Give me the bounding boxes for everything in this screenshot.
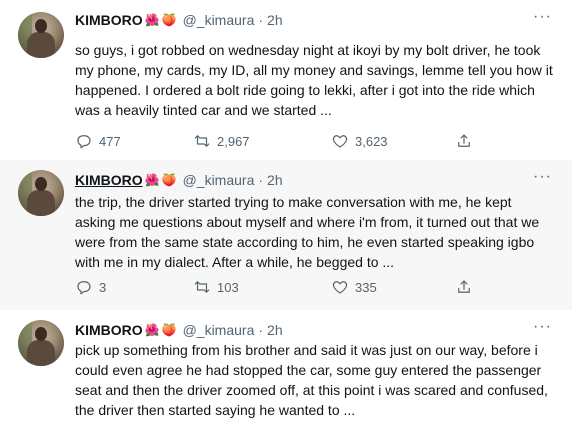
tweet-actions: 477 2,967 3,623 [75, 132, 475, 150]
like-icon [332, 281, 348, 294]
avatar[interactable] [18, 12, 64, 58]
display-name[interactable]: KIMBORO [75, 172, 143, 188]
share-icon [458, 280, 470, 293]
tweet-1[interactable]: KIMBORO 🌺 🍑 @_kimaura · 2h ··· so guys, … [0, 0, 572, 160]
user-handle[interactable]: @_kimaura [183, 12, 255, 28]
share-icon [458, 134, 470, 147]
like-icon [332, 135, 348, 148]
like-button[interactable]: 3,623 [331, 132, 388, 150]
timestamp[interactable]: 2h [267, 12, 283, 28]
hibiscus-emoji: 🌺 [144, 13, 160, 27]
retweet-button[interactable]: 103 [193, 278, 239, 296]
tweet-header: KIMBORO 🌺 🍑 @_kimaura · 2h [75, 170, 283, 190]
separator-dot: · [258, 172, 264, 188]
timestamp[interactable]: 2h [267, 172, 283, 188]
display-name[interactable]: KIMBORO [75, 322, 143, 338]
reply-icon [77, 281, 91, 295]
more-icon[interactable]: ··· [533, 8, 552, 26]
user-handle[interactable]: @_kimaura [183, 322, 255, 338]
peach-emoji: 🍑 [161, 323, 177, 337]
reply-button[interactable]: 477 [75, 132, 121, 150]
tweet-text: so guys, i got robbed on wednesday night… [75, 42, 553, 118]
tweet-header: KIMBORO 🌺 🍑 @_kimaura · 2h [75, 10, 283, 30]
like-count: 3,623 [355, 133, 388, 149]
like-count: 335 [355, 279, 377, 295]
retweet-button[interactable]: 2,967 [193, 132, 250, 150]
tweet-text: the trip, the driver started trying to m… [75, 194, 540, 270]
separator-dot: · [258, 322, 264, 338]
more-icon[interactable]: ··· [533, 168, 552, 186]
tweet-header: KIMBORO 🌺 🍑 @_kimaura · 2h [75, 320, 283, 340]
retweet-count: 2,967 [217, 133, 250, 149]
more-icon[interactable]: ··· [533, 318, 552, 336]
separator-dot: · [258, 12, 264, 28]
hibiscus-emoji: 🌺 [144, 323, 160, 337]
reply-count: 477 [99, 133, 121, 149]
reply-icon [77, 135, 91, 149]
display-name[interactable]: KIMBORO [75, 12, 143, 28]
share-button[interactable] [455, 132, 479, 150]
reply-button[interactable]: 3 [75, 278, 106, 296]
user-handle[interactable]: @_kimaura [183, 172, 255, 188]
peach-emoji: 🍑 [161, 13, 177, 27]
peach-emoji: 🍑 [161, 173, 177, 187]
avatar[interactable] [18, 170, 64, 216]
reply-count: 3 [99, 279, 107, 295]
hibiscus-emoji: 🌺 [144, 173, 160, 187]
timestamp[interactable]: 2h [267, 322, 283, 338]
like-button[interactable]: 335 [331, 278, 377, 296]
avatar[interactable] [18, 320, 64, 366]
tweet-2[interactable]: KIMBORO 🌺 🍑 @_kimaura · 2h ··· the trip,… [0, 160, 572, 310]
tweet-text: pick up something from his brother and s… [75, 342, 548, 418]
retweet-icon [194, 281, 210, 293]
retweet-icon [194, 135, 210, 147]
retweet-count: 103 [217, 279, 239, 295]
tweet-3[interactable]: KIMBORO 🌺 🍑 @_kimaura · 2h ··· pick up s… [0, 310, 572, 428]
share-button[interactable] [455, 278, 479, 296]
tweet-actions: 3 103 335 [75, 278, 475, 296]
